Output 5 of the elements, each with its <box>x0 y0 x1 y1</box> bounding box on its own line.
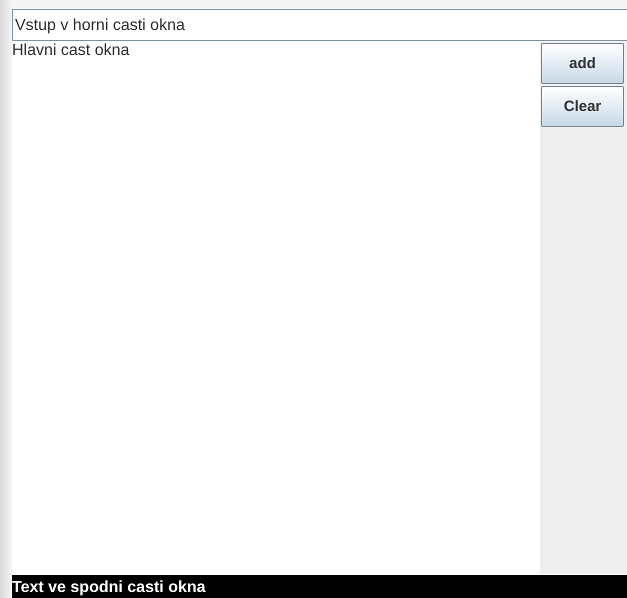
input-field[interactable]: Vstup v horni casti okna <box>12 9 627 41</box>
action-button[interactable]: Clear <box>541 86 624 127</box>
text-area[interactable]: Hlavni cast okna <box>12 41 540 575</box>
status-bar: Text ve spodni casti okna <box>12 575 627 598</box>
action-button[interactable]: add <box>541 43 624 84</box>
